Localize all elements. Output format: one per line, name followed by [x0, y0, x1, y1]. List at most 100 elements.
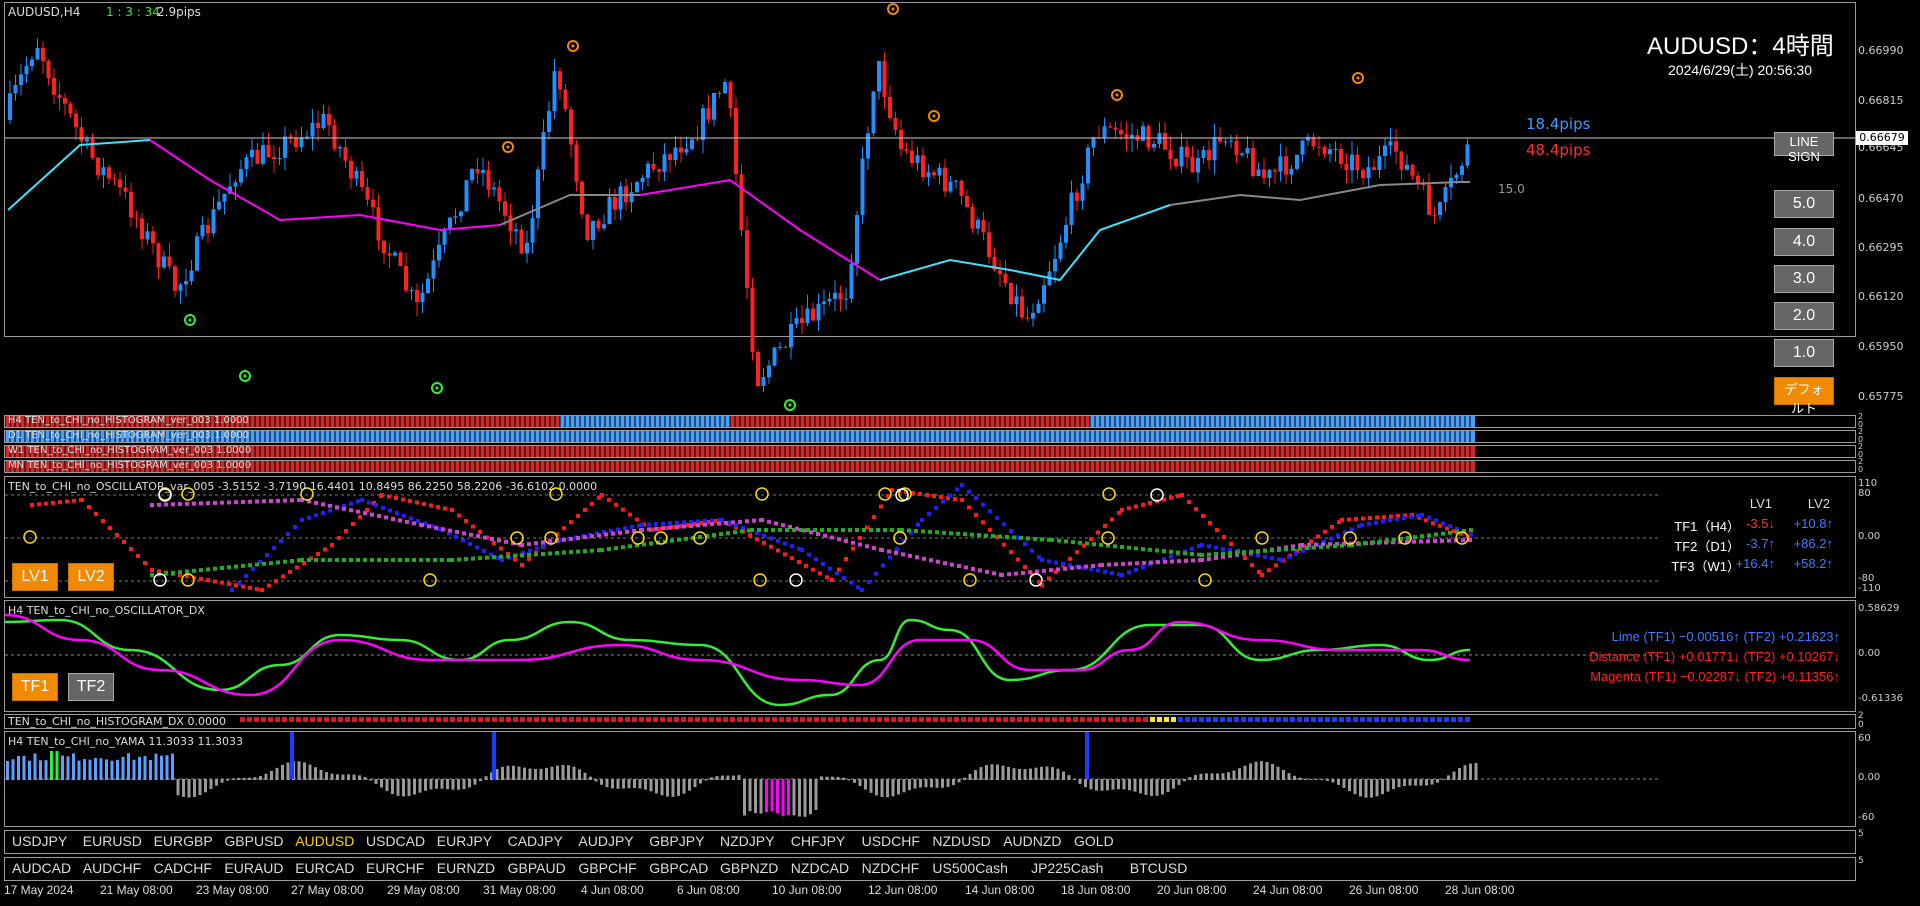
- candle-body: [206, 225, 210, 234]
- signal-dot-icon: [932, 114, 936, 118]
- symbol-button-nzdcad[interactable]: NZDCAD: [791, 860, 849, 876]
- moving-average-down: [639, 178, 881, 281]
- symbol-button-gbpusd[interactable]: GBPUSD: [224, 833, 283, 849]
- candle-body: [530, 218, 535, 243]
- candle-body: [24, 66, 29, 75]
- candle-body: [882, 61, 887, 97]
- candle-body: [536, 169, 540, 219]
- candle-body: [805, 308, 810, 324]
- time-tick: 21 May 08:00: [100, 883, 173, 897]
- level-1-button[interactable]: 1.0: [1774, 339, 1834, 367]
- line-sign-button[interactable]: LINE SIGN: [1774, 132, 1834, 164]
- candle-body: [866, 133, 870, 159]
- symbol-button-gbpnzd[interactable]: GBPNZD: [720, 860, 778, 876]
- symbol-button-usdjpy[interactable]: USDJPY: [12, 833, 67, 849]
- current-price-tag: 0.66679: [1856, 131, 1908, 145]
- symbol-button-nzdusd[interactable]: NZDUSD: [932, 833, 990, 849]
- symbol-button-eurusd[interactable]: EURUSD: [83, 833, 142, 849]
- symbol-row1-scale: 5: [1858, 829, 1864, 839]
- candle-body: [706, 108, 711, 120]
- symbol-button-eurgbp[interactable]: EURGBP: [154, 833, 213, 849]
- histogram-strip-pane: [4, 445, 1856, 458]
- candle-body: [233, 182, 238, 187]
- symbol-button-audchf[interactable]: AUDCHF: [83, 860, 141, 876]
- candle-body: [547, 111, 551, 133]
- candle-body: [877, 61, 881, 92]
- dx-lime-line: Lime (TF1) −0.00516↑ (TF2) +0.21623↑: [1611, 629, 1840, 644]
- candle-body: [904, 149, 909, 151]
- candle-body: [508, 215, 513, 232]
- histogram-strip-label: MN TEN_to_CHI_no_HISTOGRAM_ver_003 1.000…: [8, 460, 252, 471]
- candle-body: [1174, 158, 1178, 167]
- symbol-button-nzdjpy[interactable]: NZDJPY: [720, 833, 774, 849]
- symbol-button-audusd[interactable]: AUDUSD: [295, 833, 354, 849]
- symbol-button-usdchf[interactable]: USDCHF: [862, 833, 920, 849]
- tf2-button[interactable]: TF2: [68, 673, 114, 701]
- symbol-button-eurchf[interactable]: EURCHF: [366, 860, 424, 876]
- candle-body: [646, 163, 650, 178]
- default-button[interactable]: デフォルト: [1774, 377, 1834, 416]
- lv1-button[interactable]: LV1: [12, 563, 58, 591]
- candle-body: [871, 91, 876, 134]
- histogram-dx-scale-bottom: 0: [1858, 720, 1864, 730]
- symbol-button-audcad[interactable]: AUDCAD: [12, 860, 71, 876]
- candle-body: [580, 181, 584, 215]
- signal-dot-icon: [435, 386, 439, 390]
- symbol-button-gbpchf[interactable]: GBPCHF: [578, 860, 636, 876]
- symbol-button-euraud[interactable]: EURAUD: [224, 860, 283, 876]
- histogram-strip-pane: [4, 460, 1856, 473]
- symbol-button-usdcad[interactable]: USDCAD: [366, 833, 425, 849]
- signal-dot-icon: [788, 403, 792, 407]
- symbol-button-eurnzd[interactable]: EURNZD: [437, 860, 495, 876]
- candle-body: [442, 230, 447, 245]
- symbol-button-jp225cash[interactable]: JP225Cash: [1031, 860, 1103, 876]
- symbol-button-gbpcad[interactable]: GBPCAD: [649, 860, 708, 876]
- candle-body: [250, 149, 254, 158]
- symbol-button-gbpjpy[interactable]: GBPJPY: [649, 833, 704, 849]
- level-4-button[interactable]: 4.0: [1774, 228, 1834, 256]
- yama-pane[interactable]: [4, 731, 1856, 827]
- candle-body: [959, 180, 964, 197]
- candle-body: [1262, 169, 1266, 178]
- candle-body: [1168, 149, 1173, 159]
- lv2-button[interactable]: LV2: [68, 563, 114, 591]
- candle-body: [937, 167, 942, 176]
- candle-body: [404, 266, 408, 291]
- symbol-button-eurjpy[interactable]: EURJPY: [437, 833, 492, 849]
- candle-body: [1350, 154, 1354, 171]
- price-tick: 0.66470: [1858, 192, 1904, 205]
- candle-body: [1405, 164, 1409, 170]
- candle-body: [1069, 192, 1074, 225]
- symbol-button-cadchf[interactable]: CADCHF: [154, 860, 212, 876]
- level-2-button[interactable]: 2.0: [1774, 302, 1834, 330]
- candle-body: [349, 160, 353, 179]
- candle-body: [145, 231, 150, 240]
- symbol-button-eurcad[interactable]: EURCAD: [295, 860, 354, 876]
- candle-body: [415, 289, 419, 303]
- histogram-dx-pane[interactable]: [4, 714, 1856, 729]
- tf1-button[interactable]: TF1: [12, 673, 58, 701]
- candle-body: [85, 139, 89, 142]
- candle-body: [1273, 170, 1277, 172]
- level-5-button[interactable]: 5.0: [1774, 190, 1834, 218]
- symbol-button-gbpaud[interactable]: GBPAUD: [508, 860, 566, 876]
- candle-body: [970, 206, 975, 229]
- level-3-button[interactable]: 3.0: [1774, 265, 1834, 293]
- symbol-button-gold[interactable]: GOLD: [1074, 833, 1114, 849]
- oscillator-pane[interactable]: [4, 476, 1856, 598]
- symbol-button-us500cash[interactable]: US500Cash: [932, 860, 1008, 876]
- candle-body: [1278, 156, 1283, 172]
- symbol-button-cadjpy[interactable]: CADJPY: [508, 833, 563, 849]
- candle-body: [184, 280, 188, 285]
- candle-body: [79, 127, 84, 142]
- candle-body: [1388, 141, 1393, 146]
- spread-readout: 2.9pips: [157, 5, 201, 19]
- symbol-button-audjpy[interactable]: AUDJPY: [578, 833, 633, 849]
- symbol-button-nzdchf[interactable]: NZDCHF: [862, 860, 920, 876]
- dx-scale-tick: 0.58629: [1858, 603, 1900, 614]
- symbol-button-chfjpy[interactable]: CHFJPY: [791, 833, 845, 849]
- symbol-button-audnzd[interactable]: AUDNZD: [1003, 833, 1061, 849]
- candle-body: [629, 192, 634, 203]
- symbol-button-btcusd[interactable]: BTCUSD: [1130, 860, 1188, 876]
- candle-body: [1333, 148, 1338, 150]
